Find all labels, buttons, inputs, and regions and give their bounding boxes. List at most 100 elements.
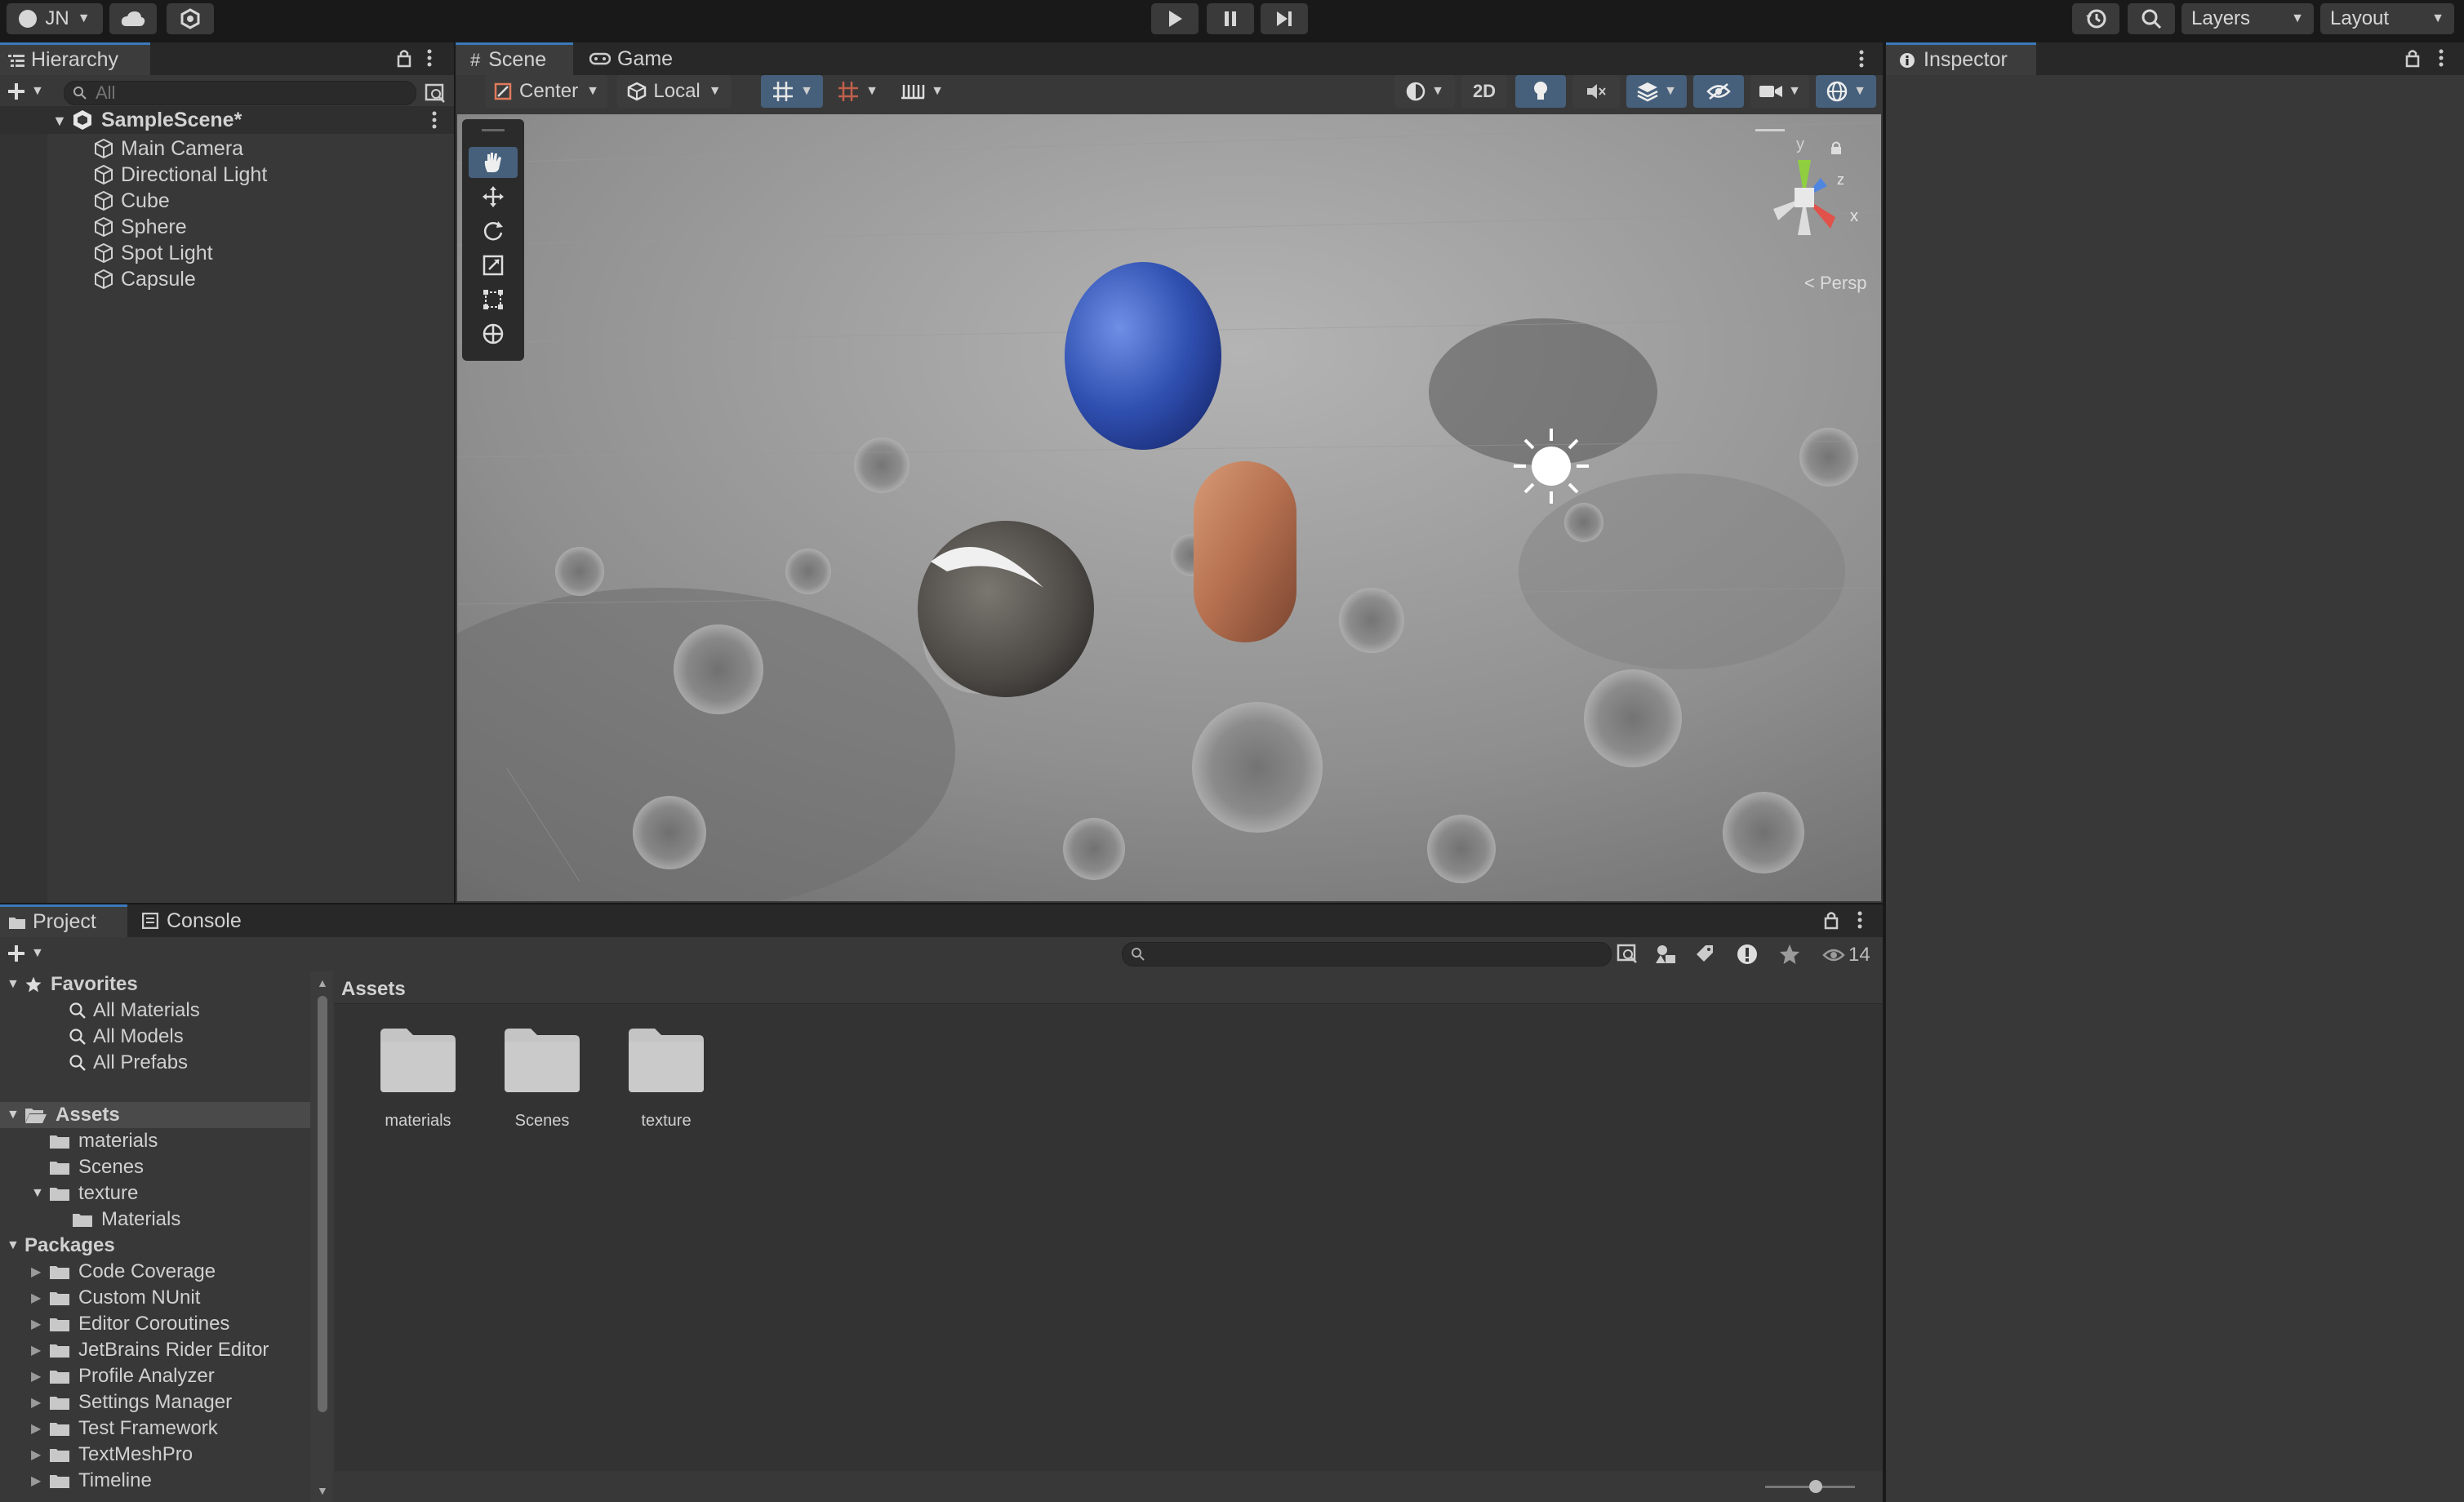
tree-item[interactable]: ▶ TextMeshPro	[0, 1442, 310, 1468]
create-dropdown[interactable]: ▼	[7, 944, 44, 963]
orientation-gizmo[interactable]: y z x < Persp	[1739, 119, 1870, 299]
tree-scrollbar[interactable]: ▲ ▼	[310, 971, 333, 1502]
pause-button[interactable]	[1207, 3, 1254, 34]
lock-icon[interactable]	[1824, 910, 1839, 930]
tree-item[interactable]: All Prefabs	[0, 1050, 310, 1076]
lock-icon[interactable]	[397, 48, 411, 68]
tree-section-header[interactable]: ▼ Packages	[0, 1233, 310, 1259]
tree-item[interactable]: ▶ Custom NUnit	[0, 1285, 310, 1311]
hierarchy-item[interactable]: Cube	[0, 188, 454, 214]
space-local-dropdown[interactable]: Local ▼	[617, 75, 732, 108]
layers-dropdown[interactable]: Layers ▼	[2182, 3, 2314, 34]
collab-button[interactable]	[167, 3, 214, 34]
drag-handle[interactable]	[482, 129, 505, 131]
tab-game[interactable]: Game	[578, 42, 692, 75]
scene-viewport[interactable]: y z x < Persp	[457, 114, 1881, 901]
step-button[interactable]	[1261, 3, 1308, 34]
label-tag-icon[interactable]	[1695, 944, 1715, 963]
tree-item[interactable]: ▶ Code Coverage	[0, 1259, 310, 1285]
projection-label[interactable]: < Persp	[1804, 273, 1866, 294]
collapse-arrow-icon[interactable]: ▶	[31, 1394, 49, 1411]
scene-visibility-toggle[interactable]	[1693, 75, 1744, 108]
hierarchy-item[interactable]: Main Camera	[0, 136, 454, 162]
kebab-menu-icon[interactable]	[2438, 47, 2444, 69]
camera-settings-dropdown[interactable]: ▼	[1750, 75, 1809, 108]
effects-dropdown[interactable]: ▼	[1626, 75, 1687, 108]
search-button[interactable]	[2128, 3, 2175, 34]
collapse-arrow-icon[interactable]: ▶	[31, 1316, 49, 1332]
mode-2d-toggle[interactable]: 2D	[1461, 75, 1507, 108]
tree-item[interactable]: Scenes	[0, 1154, 310, 1180]
ruler-snap-toggle[interactable]: ▼	[893, 75, 950, 108]
hand-tool-button[interactable]	[469, 147, 518, 178]
favorite-star-icon[interactable]	[1778, 943, 1801, 966]
breadcrumb[interactable]: Assets	[341, 978, 406, 1001]
tree-item[interactable]: ▶ Timeline	[0, 1468, 310, 1494]
collapse-arrow-icon[interactable]: ▶	[31, 1473, 49, 1489]
tab-scene[interactable]: # Scene	[456, 42, 573, 75]
cube-object[interactable]	[918, 521, 1094, 697]
tree-section-header[interactable]: ▼ Favorites	[0, 971, 310, 998]
tab-hierarchy[interactable]: Hierarchy	[0, 42, 150, 75]
scale-tool-button[interactable]	[469, 250, 518, 281]
kebab-menu-icon[interactable]	[431, 110, 438, 130]
lighting-toggle[interactable]	[1515, 75, 1566, 108]
hierarchy-item[interactable]: Spot Light	[0, 240, 454, 266]
hierarchy-item[interactable]: Directional Light	[0, 162, 454, 188]
expand-arrow-icon[interactable]: ▼	[52, 113, 67, 130]
search-scene-icon[interactable]	[1617, 944, 1638, 963]
tree-item[interactable]: All Models	[0, 1024, 310, 1050]
create-dropdown[interactable]: ▼	[7, 82, 44, 101]
tab-console[interactable]: Console	[137, 904, 276, 937]
scroll-up-arrow-icon[interactable]: ▲	[317, 976, 328, 989]
audio-toggle[interactable]	[1572, 75, 1620, 108]
collapse-arrow-icon[interactable]: ▶	[31, 1446, 49, 1463]
filter-by-type-icon[interactable]	[1654, 944, 1677, 965]
zoom-slider-thumb[interactable]	[1809, 1480, 1822, 1493]
move-tool-button[interactable]	[469, 181, 518, 212]
scrollbar-thumb[interactable]	[318, 996, 327, 1412]
tab-inspector[interactable]: Inspector	[1886, 42, 2036, 75]
shading-mode-dropdown[interactable]: ▼	[1394, 75, 1455, 108]
tree-section-header[interactable]: ▼ Assets	[0, 1102, 310, 1128]
hierarchy-item[interactable]: Sphere	[0, 214, 454, 240]
collapse-arrow-icon[interactable]: ▶	[31, 1290, 49, 1306]
expand-arrow-icon[interactable]: ▼	[7, 1238, 24, 1253]
hierarchy-search-input[interactable]	[94, 82, 391, 104]
hierarchy-search[interactable]	[64, 81, 416, 105]
layout-dropdown[interactable]: Layout ▼	[2320, 3, 2454, 34]
asset-folder-tile[interactable]: materials	[364, 1020, 472, 1143]
play-button[interactable]	[1151, 3, 1199, 34]
rect-tool-button[interactable]	[469, 284, 518, 315]
transform-tool-button[interactable]	[469, 318, 518, 349]
kebab-menu-icon[interactable]	[1858, 48, 1865, 69]
rotate-tool-button[interactable]	[469, 216, 518, 247]
project-search-input[interactable]	[1152, 943, 1596, 966]
tree-item[interactable]: ▶ Test Framework	[0, 1415, 310, 1442]
collapse-arrow-icon[interactable]: ▶	[31, 1368, 49, 1384]
tree-item[interactable]: ▶ Editor Coroutines	[0, 1311, 310, 1337]
capsule-object[interactable]	[1194, 461, 1296, 642]
increment-snap-toggle[interactable]: ▼	[828, 75, 887, 108]
tree-item[interactable]: materials	[0, 1128, 310, 1154]
hidden-packages-toggle[interactable]: 14	[1822, 944, 1870, 967]
collapse-arrow-icon[interactable]: ▶	[31, 1264, 49, 1280]
warning-icon[interactable]	[1736, 943, 1759, 966]
scroll-down-arrow-icon[interactable]: ▼	[317, 1484, 328, 1497]
drag-handle[interactable]	[1755, 129, 1785, 131]
sphere-object[interactable]	[1065, 262, 1221, 450]
lock-icon[interactable]	[2405, 48, 2420, 68]
collapse-arrow-icon[interactable]: ▶	[31, 1342, 49, 1358]
asset-folder-tile[interactable]: texture	[612, 1020, 720, 1143]
expand-arrow-icon[interactable]: ▼	[31, 1186, 49, 1201]
search-scene-icon[interactable]	[425, 83, 446, 103]
project-search[interactable]	[1122, 942, 1612, 967]
kebab-menu-icon[interactable]	[1857, 909, 1863, 931]
asset-folder-tile[interactable]: Scenes	[488, 1020, 596, 1143]
grid-snap-toggle[interactable]: ▼	[761, 75, 823, 108]
history-button[interactable]	[2072, 3, 2119, 34]
tab-project[interactable]: Project	[0, 904, 127, 937]
tree-item[interactable]: ▶ Settings Manager	[0, 1389, 310, 1415]
hierarchy-item[interactable]: Capsule	[0, 266, 454, 292]
collapse-arrow-icon[interactable]: ▶	[31, 1420, 49, 1437]
